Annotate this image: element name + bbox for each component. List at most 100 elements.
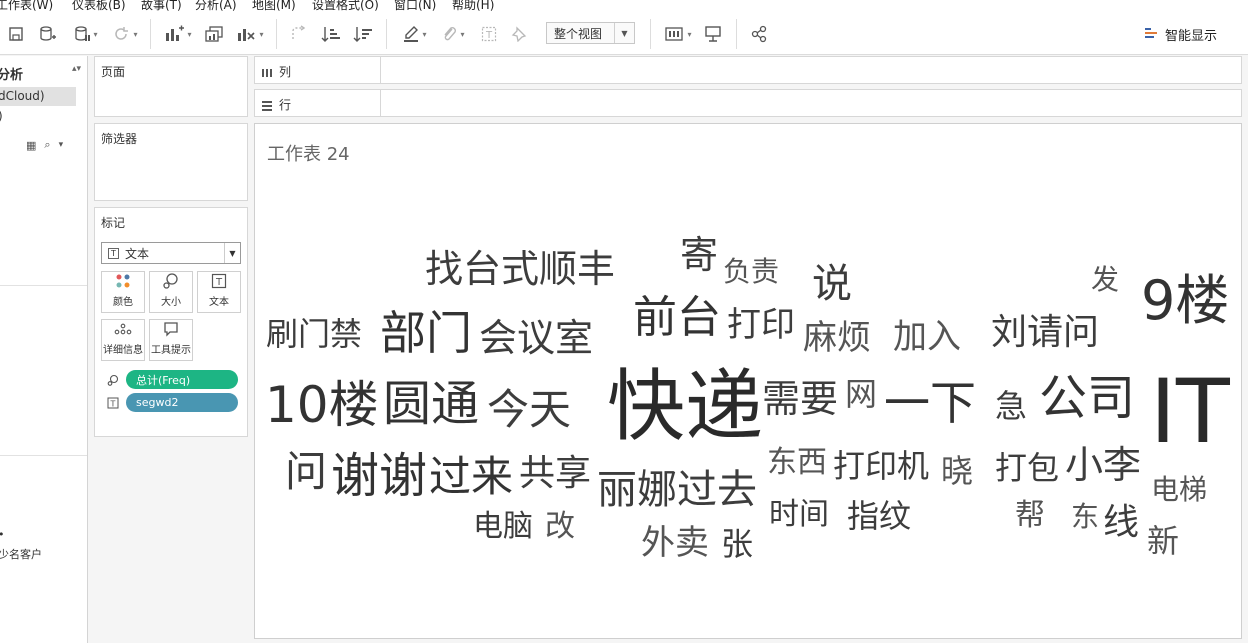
- menu-format[interactable]: 设置格式(O): [312, 0, 379, 13]
- datasource-item[interactable]: dCloud): [0, 87, 76, 106]
- color-button[interactable]: 颜色: [101, 271, 145, 313]
- show-mark-labels-icon[interactable]: T: [478, 23, 500, 45]
- word-cloud-word[interactable]: 丽娜过去: [597, 470, 757, 510]
- menu-worksheet[interactable]: 工作表(W): [0, 0, 53, 13]
- word-cloud-word[interactable]: 打印机: [833, 450, 929, 482]
- chevron-down-icon[interactable]: ▼: [224, 243, 240, 263]
- show-me-button[interactable]: 智能显示: [1145, 24, 1217, 44]
- new-datasource-icon[interactable]: [36, 23, 58, 45]
- word-cloud-word[interactable]: 一下: [884, 380, 976, 426]
- word-cloud-word[interactable]: 新: [1147, 525, 1179, 557]
- word-cloud-word[interactable]: 找台式顺丰: [425, 250, 615, 288]
- view-fit-select[interactable]: 整个视图 ▼: [546, 22, 635, 44]
- sort-arrows-icon[interactable]: ▴▾: [72, 64, 81, 74]
- text-button[interactable]: T 文本: [197, 271, 241, 313]
- word-cloud-word[interactable]: 时间: [769, 500, 829, 530]
- toolbar: ▾ ▾ ▾ ▾ ▾ ▾ T 整个视图 ▼ ▾ 智能显示: [0, 13, 1248, 55]
- presentation-mode-icon[interactable]: [702, 23, 724, 45]
- word-cloud-word[interactable]: 指纹: [847, 500, 911, 532]
- group-members-icon[interactable]: ▾: [436, 23, 470, 45]
- svg-text:T: T: [485, 30, 493, 41]
- word-cloud-word[interactable]: 10楼: [265, 380, 379, 430]
- pause-datasource-icon[interactable]: ▾: [68, 23, 104, 45]
- word-cloud-word[interactable]: 刘请问: [991, 315, 1099, 351]
- freq-pill[interactable]: 总计(Freq): [126, 370, 238, 389]
- word-cloud-word[interactable]: 打印: [727, 308, 795, 342]
- word-cloud-word[interactable]: 电梯: [1151, 476, 1207, 504]
- pages-card[interactable]: 页面: [94, 56, 248, 117]
- segwd2-pill[interactable]: segwd2: [126, 393, 238, 412]
- columns-shelf[interactable]: 列: [254, 56, 1242, 84]
- view-list-icon[interactable]: ▦: [26, 139, 36, 152]
- clear-sheet-icon[interactable]: ▾: [232, 23, 268, 45]
- show-cards-icon[interactable]: ▾: [660, 23, 696, 45]
- word-cloud-word[interactable]: 晓: [941, 455, 973, 487]
- word-cloud-word[interactable]: 问: [285, 451, 327, 493]
- word-cloud-word[interactable]: 寄: [680, 236, 718, 274]
- word-cloud-word[interactable]: 过来: [429, 456, 513, 498]
- word-cloud-word[interactable]: 部门: [380, 310, 472, 356]
- detail-button[interactable]: 详细信息: [101, 319, 145, 361]
- word-cloud-word[interactable]: 线: [1103, 505, 1139, 541]
- sort-ascending-icon[interactable]: [320, 23, 342, 45]
- size-button[interactable]: 大小: [149, 271, 193, 313]
- word-cloud-word[interactable]: IT: [1150, 368, 1230, 456]
- duplicate-sheet-icon[interactable]: [202, 23, 226, 45]
- new-worksheet-icon[interactable]: ▾: [160, 23, 196, 45]
- menu-map[interactable]: 地图(M): [252, 0, 296, 13]
- menu-story[interactable]: 故事(T): [141, 0, 182, 13]
- word-cloud-word[interactable]: 说: [812, 264, 852, 304]
- word-cloud-word[interactable]: 快递: [607, 368, 763, 446]
- word-cloud-word[interactable]: 公司: [1039, 374, 1135, 422]
- swap-axes-icon[interactable]: [288, 23, 310, 45]
- text-encoding-icon: T: [107, 397, 119, 409]
- word-cloud-word[interactable]: 电脑: [473, 512, 533, 542]
- size-label: 大小: [161, 297, 181, 308]
- filters-card[interactable]: 筛选器: [94, 123, 248, 201]
- word-cloud-word[interactable]: 帮: [1015, 501, 1045, 531]
- rows-shelf[interactable]: 行: [254, 89, 1242, 117]
- sort-descending-icon[interactable]: [352, 23, 374, 45]
- word-cloud-word[interactable]: 张: [721, 528, 753, 560]
- field-item[interactable]: 少名客户: [0, 546, 42, 562]
- word-cloud-word[interactable]: 网: [845, 378, 877, 410]
- chevron-down-icon[interactable]: ▼: [614, 23, 634, 43]
- word-cloud-word[interactable]: 打包: [995, 452, 1059, 484]
- word-cloud-word[interactable]: 需要: [762, 380, 838, 418]
- word-cloud-word[interactable]: 会议室: [479, 319, 593, 357]
- word-cloud-word[interactable]: 发: [1091, 266, 1119, 294]
- search-icon[interactable]: ⌕: [44, 138, 50, 152]
- word-cloud-word[interactable]: 共享: [519, 456, 591, 492]
- word-cloud-word[interactable]: 谢谢: [331, 452, 427, 500]
- menu-dashboard[interactable]: 仪表板(B): [72, 0, 126, 13]
- word-cloud-word[interactable]: 麻烦: [803, 321, 871, 355]
- word-cloud-word[interactable]: 前台: [633, 296, 721, 340]
- mark-type-select[interactable]: T 文本 ▼: [101, 242, 241, 264]
- word-cloud-word[interactable]: 9楼: [1141, 274, 1229, 328]
- word-cloud-word[interactable]: 负责: [723, 258, 779, 286]
- word-cloud-word[interactable]: 外卖: [641, 526, 709, 560]
- view-fit-value: 整个视图: [554, 26, 603, 41]
- menu-chevron-icon[interactable]: ▾: [59, 140, 64, 150]
- save-icon[interactable]: [6, 23, 26, 45]
- word-cloud-word[interactable]: 小李: [1065, 446, 1141, 484]
- word-cloud-word[interactable]: 刷门禁: [266, 318, 362, 350]
- highlight-icon[interactable]: ▾: [398, 23, 432, 45]
- word-cloud-word[interactable]: 东西: [767, 448, 827, 478]
- datasource-item-2[interactable]: ): [0, 109, 3, 123]
- word-cloud-word[interactable]: 急: [995, 390, 1027, 422]
- word-cloud-word[interactable]: 圆通: [383, 380, 479, 428]
- menu-window[interactable]: 窗口(N): [394, 0, 436, 13]
- word-cloud-word[interactable]: 改: [545, 512, 575, 542]
- tooltip-button[interactable]: 工具提示: [149, 319, 193, 361]
- word-cloud-word[interactable]: 今天: [487, 389, 571, 431]
- fix-axes-icon[interactable]: [508, 23, 530, 45]
- word-cloud-word[interactable]: 加入: [893, 320, 961, 354]
- menu-help[interactable]: 帮助(H): [452, 0, 494, 13]
- refresh-icon[interactable]: ▾: [108, 23, 142, 45]
- share-icon[interactable]: [748, 23, 770, 45]
- menu-analysis[interactable]: 分析(A): [195, 0, 237, 13]
- viz-area[interactable]: 工作表 24 找台式顺丰 寄 负责 说 发 9楼 刷门禁 部门 会议室 前台 打…: [254, 123, 1242, 639]
- word-cloud-word[interactable]: 东: [1071, 503, 1099, 531]
- detail-label: 详细信息: [103, 345, 143, 356]
